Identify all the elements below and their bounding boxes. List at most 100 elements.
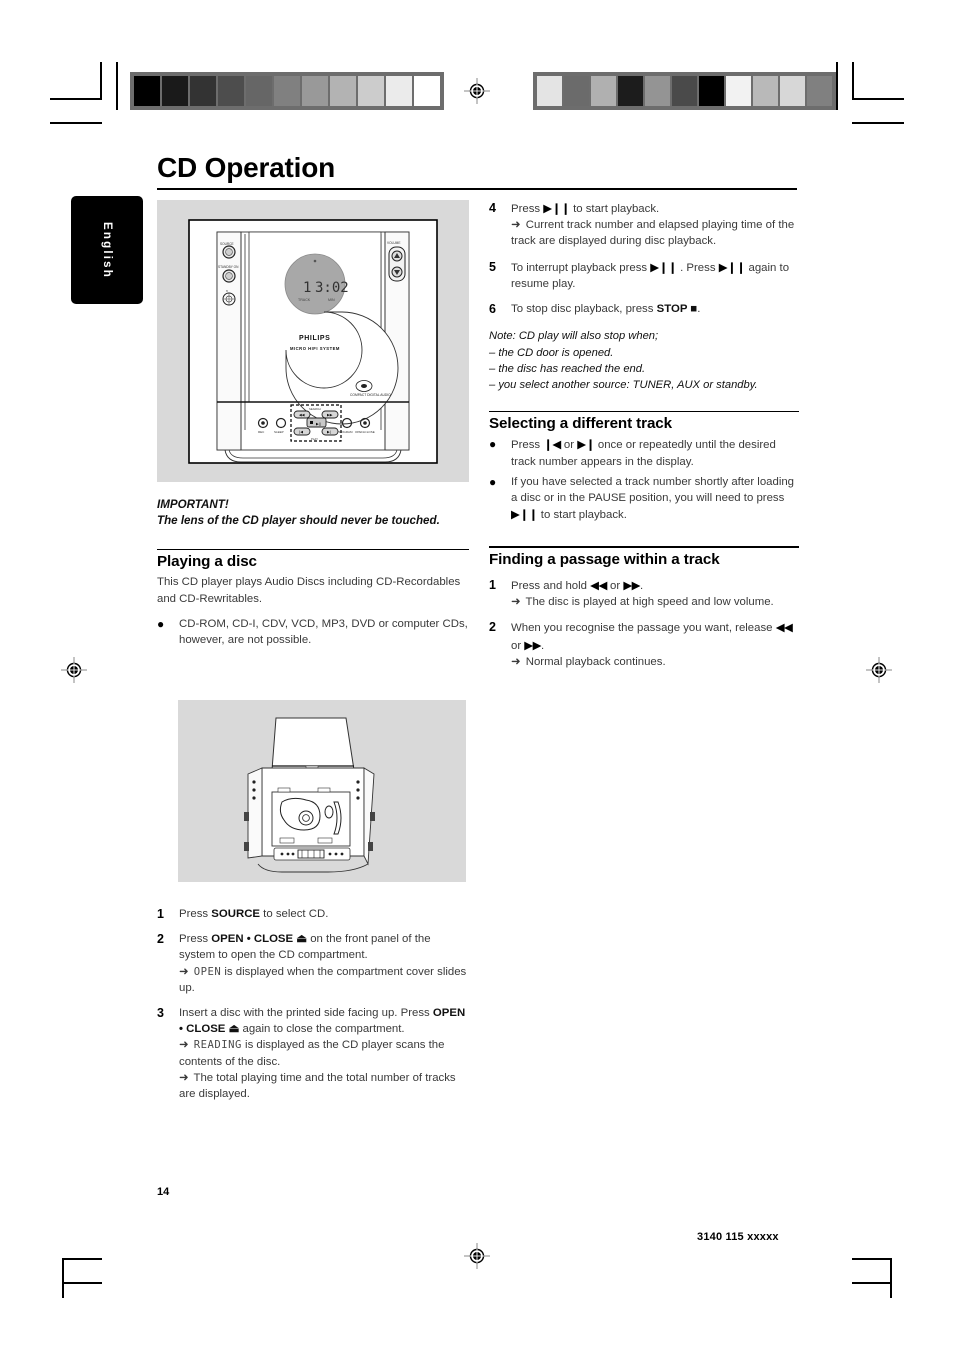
svg-text:OPEN•CLOSE: OPEN•CLOSE bbox=[355, 430, 375, 434]
step-text: Press ▶❙❙ to start playback. ➜ Current tr… bbox=[511, 200, 799, 250]
svg-text:MIN: MIN bbox=[328, 298, 335, 302]
grey-swatch bbox=[162, 76, 188, 106]
crop-mark bbox=[852, 62, 854, 100]
finding-step-list: 1 Press and hold ◀◀ or ▶▶. ➜ The disc is p… bbox=[489, 577, 799, 670]
section-heading: Selecting a different track bbox=[489, 415, 672, 433]
svg-text:REC: REC bbox=[258, 430, 265, 434]
arrow-icon: ➜ bbox=[179, 1071, 189, 1084]
document-number: 3140 115 xxxxx bbox=[697, 1231, 779, 1243]
grey-swatch bbox=[218, 76, 244, 106]
crop-mark bbox=[62, 1258, 102, 1260]
transport-glyph: ▶❙ bbox=[577, 437, 595, 452]
svg-text:PROGRAM: PROGRAM bbox=[337, 430, 353, 434]
bullet-icon: ● bbox=[489, 474, 497, 489]
step-number: 3 bbox=[157, 1006, 164, 1021]
arrow-icon: ➜ bbox=[511, 219, 521, 232]
grey-swatch bbox=[190, 76, 216, 106]
illustration-open-compartment bbox=[178, 700, 466, 882]
list-item: ● Press ❙◀ or ▶❙ once or repeatedly until… bbox=[489, 436, 799, 469]
step-number: 1 bbox=[489, 578, 496, 593]
note-line: – the disc has reached the end. bbox=[489, 363, 646, 376]
grey-swatch bbox=[330, 76, 356, 106]
step-number: 1 bbox=[157, 907, 164, 921]
arrow-icon: ➜ bbox=[511, 655, 521, 668]
greyscale-calibration-bar-right bbox=[533, 72, 836, 110]
numbered-step: 2 Press OPEN • CLOSE ⏏ on the front panel… bbox=[157, 931, 469, 996]
crop-mark bbox=[836, 62, 838, 110]
page-number: 14 bbox=[157, 1186, 170, 1198]
step-text: When you recognise the passage you want,… bbox=[511, 619, 799, 670]
svg-text:|◀: |◀ bbox=[299, 430, 303, 434]
step-text: Insert a disc with the printed side faci… bbox=[179, 1005, 469, 1102]
list-item: ● CD-ROM, CD-I, CDV, VCD, MP3, DVD or co… bbox=[157, 616, 469, 648]
result-line: ➜ The disc is played at high speed and l… bbox=[511, 594, 799, 610]
grey-swatch bbox=[807, 76, 832, 106]
step-number: 5 bbox=[489, 259, 496, 274]
bullet-text: Press ❙◀ or ▶❙ once or repeatedly until … bbox=[511, 437, 776, 468]
result-line: ➜ OPEN is displayed when the compartment… bbox=[179, 965, 467, 994]
numbered-step: 5 To interrupt playback press ▶❙❙ . Press… bbox=[489, 259, 799, 292]
important-title: IMPORTANT! bbox=[157, 498, 229, 511]
svg-text:▶▶: ▶▶ bbox=[327, 413, 333, 417]
transport-glyph: ▶❙❙ bbox=[718, 259, 746, 274]
note-block: Note: CD play will also stop when; – the … bbox=[489, 328, 799, 394]
section-selecting-track: Selecting a different track bbox=[489, 410, 799, 433]
step-text: To stop disc playback, press STOP ■. bbox=[511, 303, 701, 316]
arrow-icon: ➜ bbox=[511, 596, 521, 609]
grey-swatch bbox=[134, 76, 160, 106]
emphasis-bold: ⏏ bbox=[225, 1023, 240, 1036]
transport-glyph: ◀◀ bbox=[590, 578, 607, 593]
svg-text:STANDBY ON: STANDBY ON bbox=[218, 265, 239, 269]
emphasis-bold: OPEN • CLOSE bbox=[211, 933, 294, 946]
step-number: 4 bbox=[489, 201, 496, 215]
grey-swatch bbox=[699, 76, 724, 106]
note-line: Note: CD play will also stop when; bbox=[489, 330, 659, 343]
crop-mark bbox=[50, 98, 102, 100]
svg-text:3:02: 3:02 bbox=[315, 280, 349, 296]
transport-glyph: ▶❙❙ bbox=[511, 507, 538, 522]
svg-text:SOURCE: SOURCE bbox=[220, 242, 234, 246]
emphasis-bold: OPEN • CLOSE bbox=[179, 1007, 466, 1036]
svg-text:MICRO HIFI SYSTEM: MICRO HIFI SYSTEM bbox=[290, 346, 340, 351]
grey-swatch bbox=[564, 76, 589, 106]
list-item: ● If you have selected a track number sho… bbox=[489, 474, 799, 524]
emphasis-bold: STOP bbox=[656, 303, 688, 316]
svg-text:SEARCH: SEARCH bbox=[309, 407, 321, 411]
registration-target-right bbox=[866, 657, 892, 683]
bullet-text: If you have selected a track number shor… bbox=[511, 475, 795, 522]
svg-text:▶||: ▶|| bbox=[316, 422, 321, 426]
manual-page: English CD Operation 1 3:02 TRACK MIN PH… bbox=[0, 0, 954, 1348]
transport-glyph: ▶❙❙ bbox=[650, 259, 677, 274]
step-number: 2 bbox=[157, 932, 164, 947]
note-line: – the CD door is opened. bbox=[489, 346, 614, 359]
crop-mark bbox=[852, 1258, 892, 1260]
svg-text:SLEEP: SLEEP bbox=[274, 430, 284, 434]
step-text: Press and hold ◀◀ or ▶▶. ➜ The disc is pl… bbox=[511, 577, 799, 610]
numbered-step: 3 Insert a disc with the printed side fac… bbox=[157, 1005, 469, 1102]
svg-text:1: 1 bbox=[303, 280, 311, 296]
transport-glyph: ▶▶ bbox=[524, 637, 541, 652]
result-line: ➜ READING is displayed as the CD player … bbox=[179, 1039, 445, 1068]
transport-glyph: ❙◀ bbox=[543, 437, 561, 452]
grey-swatch bbox=[645, 76, 670, 106]
grey-swatch bbox=[618, 76, 643, 106]
language-tab-label: English bbox=[101, 221, 113, 279]
result-line: ➜ Current track number and elapsed playi… bbox=[511, 219, 795, 248]
important-body: The lens of the CD player should never b… bbox=[157, 514, 440, 528]
illustration-front-panel: 1 3:02 TRACK MIN PHILIPS MICRO HIFI SYST… bbox=[157, 200, 469, 482]
crop-mark bbox=[852, 1282, 892, 1284]
step-text: Press OPEN • CLOSE ⏏ on the front panel … bbox=[179, 931, 469, 996]
svg-text:n: n bbox=[226, 289, 228, 293]
svg-text:PLAY: PLAY bbox=[311, 437, 318, 441]
grey-swatch bbox=[274, 76, 300, 106]
step-text: Press SOURCE to select CD. bbox=[179, 908, 329, 920]
crop-mark bbox=[50, 122, 102, 124]
crop-mark bbox=[100, 62, 102, 100]
language-tab: English bbox=[71, 196, 143, 304]
step-number: 6 bbox=[489, 302, 496, 317]
right-column: 4 Press ▶❙❙ to start playback. ➜ Current t… bbox=[489, 200, 799, 670]
title-rule bbox=[157, 188, 797, 191]
grey-swatch bbox=[537, 76, 562, 106]
transport-glyph: ▶▶ bbox=[623, 578, 641, 593]
grey-swatch bbox=[302, 76, 328, 106]
